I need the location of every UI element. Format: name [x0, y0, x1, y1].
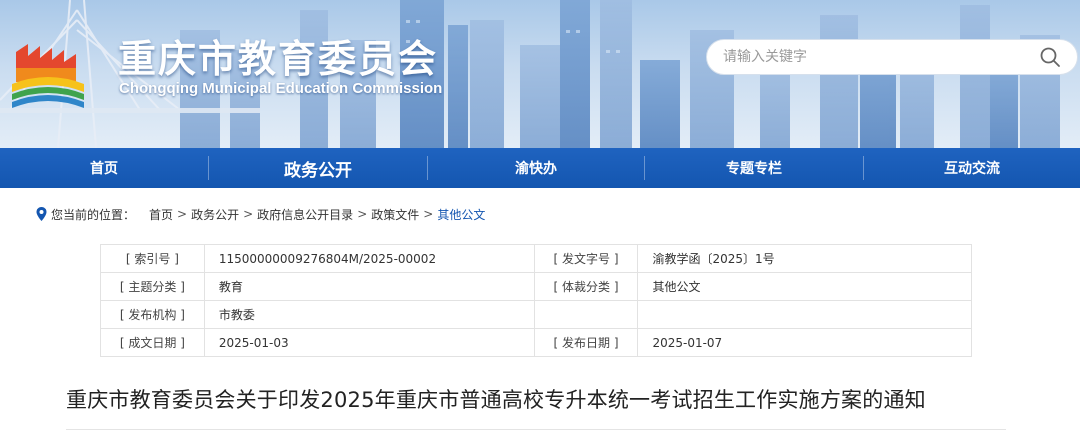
site-title: 重庆市教育委员会	[118, 37, 439, 81]
nav-item-special-topics[interactable]: 专题专栏	[645, 148, 863, 188]
nav-item-yukuaiban[interactable]: 渝快办	[428, 148, 644, 188]
nav-item-home[interactable]: 首页	[0, 148, 208, 188]
breadcrumb-prefix: 您当前的位置：	[51, 207, 136, 222]
table-row: [ 索引号 ] 11500000009276804M/2025-00002 [ …	[100, 244, 972, 273]
meta-label-genre: [ 体裁分类 ]	[533, 272, 639, 301]
search-icon[interactable]	[1039, 46, 1061, 68]
document-meta-table: [ 索引号 ] 11500000009276804M/2025-00002 [ …	[100, 244, 972, 357]
meta-label-written-date: [ 成文日期 ]	[100, 328, 205, 357]
breadcrumb-separator: >	[423, 207, 434, 221]
breadcrumb: 您当前的位置： 首页 > 政务公开 > 政府信息公开目录 > 政策文件 > 其他…	[36, 205, 485, 223]
title-divider	[66, 429, 1006, 430]
table-row: [ 成文日期 ] 2025-01-03 [ 发布日期 ] 2025-01-07	[100, 328, 972, 357]
meta-label-publish-date: [ 发布日期 ]	[533, 328, 639, 357]
meta-label-topic: [ 主题分类 ]	[100, 272, 205, 301]
meta-value-genre: 其他公文	[637, 272, 972, 301]
meta-value-written-date: 2025-01-03	[203, 328, 535, 357]
breadcrumb-home[interactable]: 首页	[149, 206, 173, 223]
main-nav: 首页 政务公开 渝快办 专题专栏 互动交流	[0, 148, 1080, 188]
nav-item-label: 政务公开	[284, 160, 352, 181]
meta-value-document-number: 渝教学函〔2025〕1号	[637, 244, 972, 273]
search-box	[706, 39, 1078, 75]
site-subtitle: Chongqing Municipal Education Commission	[119, 80, 443, 97]
nav-item-interaction[interactable]: 互动交流	[864, 148, 1080, 188]
meta-value-empty	[637, 300, 972, 329]
meta-label-document-number: [ 发文字号 ]	[533, 244, 639, 273]
nav-item-label: 渝快办	[515, 161, 557, 177]
breadcrumb-other-documents[interactable]: 其他公文	[437, 206, 485, 223]
nav-item-label: 专题专栏	[726, 161, 782, 177]
meta-value-index-number: 11500000009276804M/2025-00002	[203, 244, 535, 273]
breadcrumb-policy-documents[interactable]: 政策文件	[371, 206, 419, 223]
breadcrumb-separator: >	[357, 207, 368, 221]
article-title: 重庆市教育委员会关于印发2025年重庆市普通高校专升本统一考试招生工作实施方案的…	[66, 388, 926, 412]
header-banner: 重庆市教育委员会 Chongqing Municipal Education C…	[0, 0, 1080, 148]
meta-label-empty	[533, 300, 639, 329]
breadcrumb-government-affairs[interactable]: 政务公开	[191, 206, 239, 223]
nav-item-label: 首页	[90, 161, 118, 177]
location-pin-icon	[36, 207, 47, 221]
search-input[interactable]	[707, 40, 1039, 74]
meta-value-topic: 教育	[203, 272, 535, 301]
meta-label-index-number: [ 索引号 ]	[100, 244, 205, 273]
meta-value-publish-date: 2025-01-07	[637, 328, 972, 357]
nav-item-government-affairs[interactable]: 政务公开	[209, 148, 427, 188]
table-row: [ 发布机构 ] 市教委	[100, 300, 972, 329]
nav-item-label: 互动交流	[944, 161, 1000, 177]
breadcrumb-separator: >	[243, 207, 254, 221]
meta-value-publisher: 市教委	[203, 300, 535, 329]
emblem-logo-icon	[12, 44, 84, 108]
meta-label-publisher: [ 发布机构 ]	[100, 300, 205, 329]
breadcrumb-separator: >	[177, 207, 188, 221]
breadcrumb-info-directory[interactable]: 政府信息公开目录	[257, 206, 353, 223]
table-row: [ 主题分类 ] 教育 [ 体裁分类 ] 其他公文	[100, 272, 972, 301]
